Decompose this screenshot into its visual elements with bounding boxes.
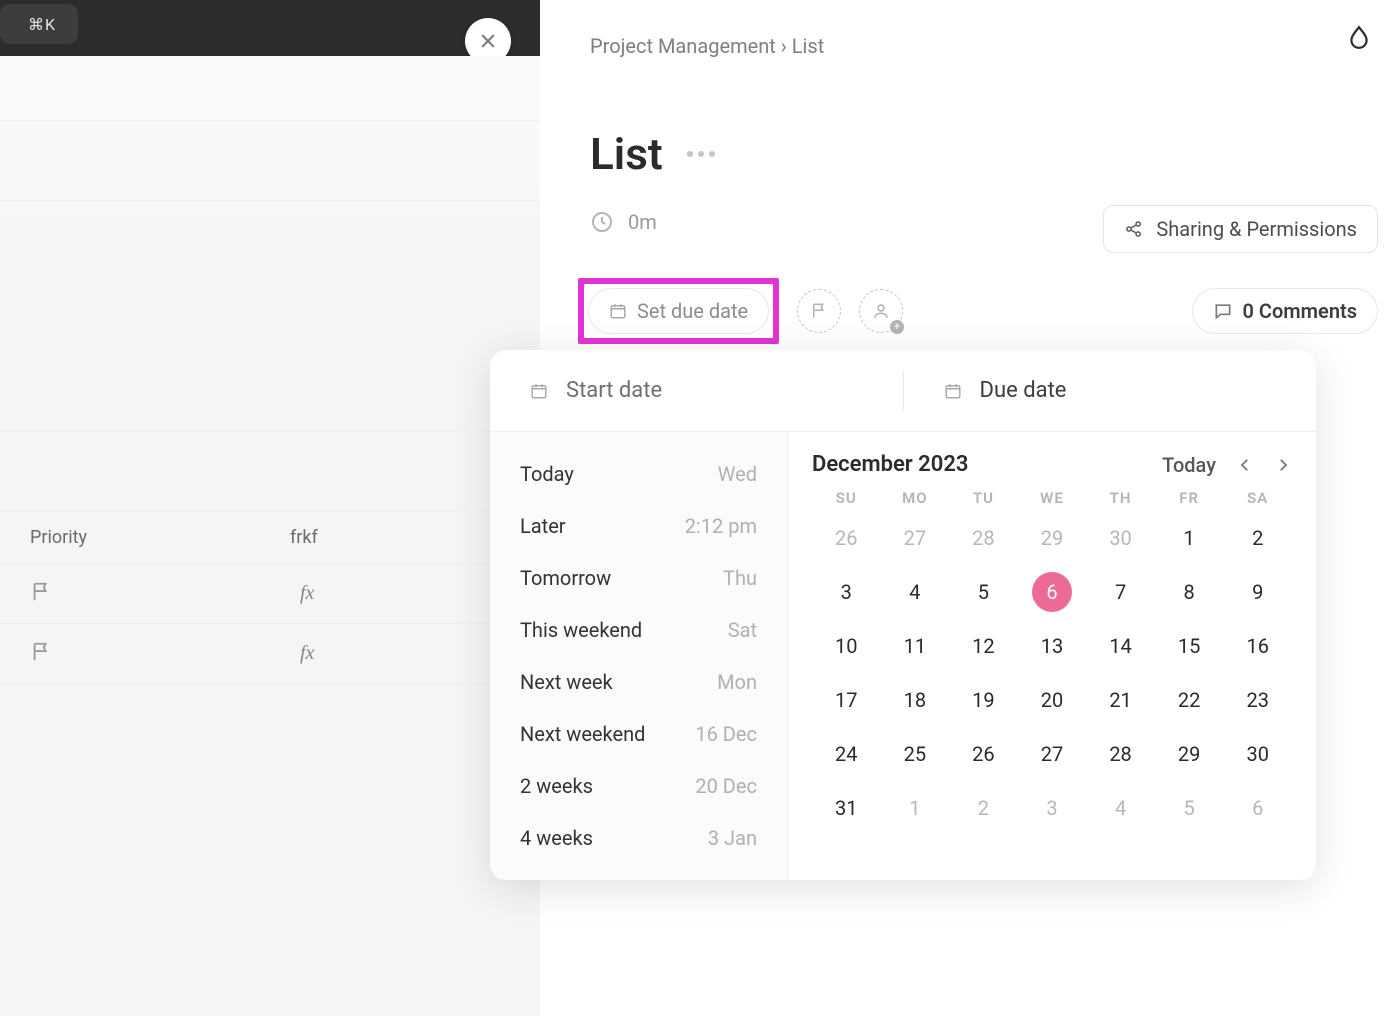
- table-row[interactable]: fx: [0, 564, 540, 624]
- calendar-icon: [944, 382, 962, 400]
- date-shortcut[interactable]: Next weekend16 Dec: [490, 708, 787, 760]
- calendar-day[interactable]: 16: [1223, 625, 1292, 667]
- calendar-day[interactable]: 6: [1018, 571, 1087, 613]
- calendar-month[interactable]: December 2023: [812, 452, 968, 477]
- chevron-right-icon[interactable]: [1274, 456, 1292, 474]
- flag-icon[interactable]: [30, 581, 300, 607]
- calendar-day[interactable]: 17: [812, 679, 881, 721]
- calendar-day[interactable]: 1: [1155, 517, 1224, 559]
- topbar: ⌘K: [0, 0, 540, 56]
- more-icon[interactable]: [687, 151, 715, 157]
- calendar-day[interactable]: 20: [1018, 679, 1087, 721]
- calendar-grid: 2627282930123456789101112131415161718192…: [812, 517, 1292, 829]
- date-shortcut[interactable]: Later2:12 pm: [490, 500, 787, 552]
- calendar-day[interactable]: 10: [812, 625, 881, 667]
- calendar-icon: [609, 302, 627, 320]
- calendar-day[interactable]: 29: [1155, 733, 1224, 775]
- calendar-day[interactable]: 26: [812, 517, 881, 559]
- calendar-day[interactable]: 4: [881, 571, 950, 613]
- detail-panel: Project Management › List List 0m Sharin…: [540, 0, 1400, 1014]
- today-button[interactable]: Today: [1162, 453, 1216, 477]
- table-header: Priority frkf: [0, 510, 540, 564]
- chat-icon: [1213, 301, 1233, 321]
- calendar-icon: [530, 382, 548, 400]
- command-k-button[interactable]: ⌘K: [0, 4, 78, 44]
- calendar-day[interactable]: 5: [949, 571, 1018, 613]
- calendar-day[interactable]: 14: [1086, 625, 1155, 667]
- date-shortcuts: TodayWedLater2:12 pmTomorrowThuThis week…: [490, 432, 788, 880]
- sharing-button[interactable]: Sharing & Permissions: [1103, 205, 1378, 253]
- formula-icon[interactable]: fx: [300, 582, 314, 605]
- drop-icon[interactable]: [1346, 24, 1372, 54]
- calendar-day[interactable]: 12: [949, 625, 1018, 667]
- date-shortcut[interactable]: TodayWed: [490, 448, 787, 500]
- calendar-day[interactable]: 3: [812, 571, 881, 613]
- calendar-day[interactable]: 9: [1223, 571, 1292, 613]
- date-shortcut[interactable]: This weekendSat: [490, 604, 787, 656]
- set-due-date-button[interactable]: Set due date: [588, 288, 769, 334]
- date-shortcut[interactable]: TomorrowThu: [490, 552, 787, 604]
- highlight-box: Set due date: [578, 278, 779, 344]
- start-date-input[interactable]: Start date: [490, 378, 903, 403]
- comments-button[interactable]: 0 Comments: [1192, 288, 1378, 334]
- calendar-day[interactable]: 7: [1086, 571, 1155, 613]
- share-icon: [1124, 219, 1144, 239]
- calendar-day[interactable]: 30: [1223, 733, 1292, 775]
- calendar-day[interactable]: 23: [1223, 679, 1292, 721]
- due-date-input[interactable]: Due date: [904, 378, 1317, 403]
- calendar-day[interactable]: 13: [1018, 625, 1087, 667]
- date-shortcut[interactable]: 4 weeks3 Jan: [490, 812, 787, 864]
- calendar-day[interactable]: 1: [881, 787, 950, 829]
- calendar-day[interactable]: 21: [1086, 679, 1155, 721]
- calendar-day[interactable]: 24: [812, 733, 881, 775]
- calendar-day[interactable]: 27: [881, 517, 950, 559]
- calendar-day[interactable]: 8: [1155, 571, 1224, 613]
- chevron-left-icon[interactable]: [1236, 456, 1254, 474]
- col-frkf[interactable]: frkf: [290, 527, 318, 548]
- date-shortcut[interactable]: 2 weeks20 Dec: [490, 760, 787, 812]
- calendar-day[interactable]: 25: [881, 733, 950, 775]
- calendar-day[interactable]: 2: [1223, 517, 1292, 559]
- add-flag-button[interactable]: [797, 289, 841, 333]
- flag-icon: [810, 302, 828, 320]
- table-row[interactable]: fx: [0, 624, 540, 684]
- calendar-day[interactable]: 11: [881, 625, 950, 667]
- calendar-day[interactable]: 19: [949, 679, 1018, 721]
- calendar-day[interactable]: 28: [1086, 733, 1155, 775]
- calendar-day[interactable]: 6: [1223, 787, 1292, 829]
- clock-icon: [590, 210, 614, 234]
- close-icon: [478, 31, 498, 51]
- date-shortcut[interactable]: Next weekMon: [490, 656, 787, 708]
- calendar-day[interactable]: 28: [949, 517, 1018, 559]
- calendar-day[interactable]: 18: [881, 679, 950, 721]
- page-title[interactable]: List: [590, 128, 663, 180]
- calendar-day[interactable]: 4: [1086, 787, 1155, 829]
- formula-icon[interactable]: fx: [300, 642, 314, 665]
- date-picker: Start date Due date TodayWedLater2:12 pm…: [490, 350, 1316, 880]
- calendar-day[interactable]: 31: [812, 787, 881, 829]
- col-priority[interactable]: Priority: [30, 527, 290, 548]
- flag-icon[interactable]: [30, 641, 300, 667]
- calendar-day[interactable]: 2: [949, 787, 1018, 829]
- calendar: December 2023 Today SUMOTUWETHFRSA 26272…: [788, 432, 1316, 880]
- day-of-week-header: SUMOTUWETHFRSA: [812, 489, 1292, 507]
- person-icon: [872, 302, 890, 320]
- calendar-day[interactable]: 22: [1155, 679, 1224, 721]
- calendar-day[interactable]: 3: [1018, 787, 1087, 829]
- breadcrumb: Project Management › List: [590, 34, 824, 58]
- time-estimate[interactable]: 0m: [590, 210, 657, 234]
- breadcrumb-page[interactable]: List: [792, 34, 825, 58]
- calendar-day[interactable]: 26: [949, 733, 1018, 775]
- calendar-day[interactable]: 5: [1155, 787, 1224, 829]
- calendar-day[interactable]: 30: [1086, 517, 1155, 559]
- breadcrumb-root[interactable]: Project Management: [590, 34, 776, 58]
- calendar-day[interactable]: 15: [1155, 625, 1224, 667]
- calendar-day[interactable]: 27: [1018, 733, 1087, 775]
- calendar-day[interactable]: 29: [1018, 517, 1087, 559]
- add-assignee-button[interactable]: +: [859, 289, 903, 333]
- plus-icon: +: [890, 320, 904, 334]
